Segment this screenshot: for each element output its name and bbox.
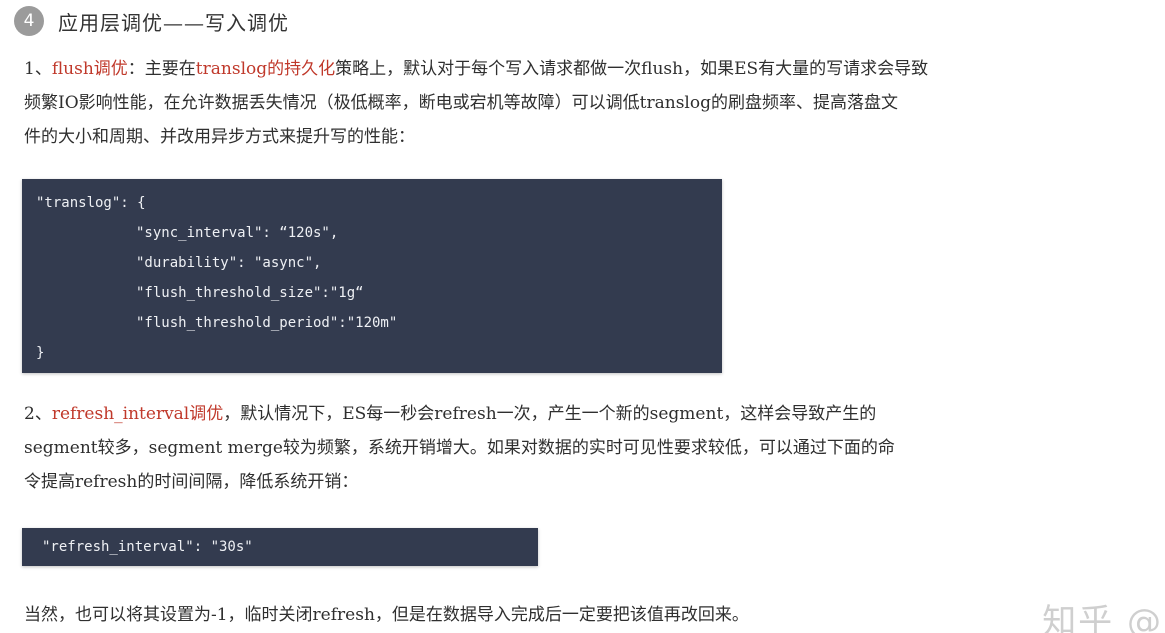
closing-paragraph: 当然，也可以将其设置为-1，临时关闭refresh，但是在数据导入完成后一定要把… — [24, 605, 749, 625]
code-line: "flush_threshold_size":"1g“ — [136, 285, 364, 301]
flush-text-1: ：主要在 — [127, 59, 196, 79]
refresh-prefix: 2、 — [24, 404, 52, 424]
code-line: "durability": "async", — [136, 255, 322, 271]
code-line: "sync_interval": “120s", — [136, 225, 339, 241]
refresh-code-block: "refresh_interval": "30s" — [22, 528, 538, 566]
section-title: 应用层调优——写入调优 — [58, 10, 289, 35]
refresh-paragraph: 2、refresh_interval调优，默认情况下，ES每一秒会refresh… — [24, 397, 895, 499]
code-line: "translog": { — [36, 195, 146, 211]
refresh-paragraph-line-2: segment较多，segment merge较为频繁，系统开销增大。如果对数据… — [24, 438, 895, 458]
translog-code-block: "translog": { "sync_interval": “120s", "… — [22, 179, 722, 373]
section-number-badge: 4 — [14, 6, 44, 36]
flush-term: flush调优 — [51, 59, 128, 79]
refresh-term: refresh_interval调优 — [51, 404, 224, 424]
flush-paragraph-line-3: 件的大小和周期、并改用异步方式来提升写的性能： — [24, 127, 415, 147]
flush-prefix: 1、 — [24, 59, 52, 79]
refresh-text-1: ，默认情况下，ES每一秒会refresh一次，产生一个新的segment，这样会… — [223, 404, 877, 424]
refresh-paragraph-line-1: 2、refresh_interval调优，默认情况下，ES每一秒会refresh… — [24, 397, 895, 431]
flush-paragraph: 1、flush调优：主要在translog的持久化策略上，默认对于每个写入请求都… — [24, 52, 928, 154]
code-line: "refresh_interval": "30s" — [42, 539, 253, 555]
zhihu-watermark: 知乎 @ — [1042, 602, 1163, 633]
code-line: "flush_threshold_period":"120m" — [136, 315, 398, 331]
code-line: } — [36, 345, 45, 361]
flush-paragraph-line-1: 1、flush调优：主要在translog的持久化策略上，默认对于每个写入请求都… — [24, 52, 928, 86]
refresh-paragraph-line-3: 令提高refresh的时间间隔，降低系统开销： — [24, 472, 359, 492]
flush-paragraph-line-2: 频繁IO影响性能，在允许数据丢失情况（极低概率，断电或宕机等故障）可以调低tra… — [24, 93, 898, 113]
section-header: 4 应用层调优——写入调优 — [14, 6, 289, 36]
flush-text-2: 策略上，默认对于每个写入请求都做一次flush，如果ES有大量的写请求会导致 — [335, 59, 929, 79]
translog-highlight: translog的持久化 — [195, 59, 336, 79]
